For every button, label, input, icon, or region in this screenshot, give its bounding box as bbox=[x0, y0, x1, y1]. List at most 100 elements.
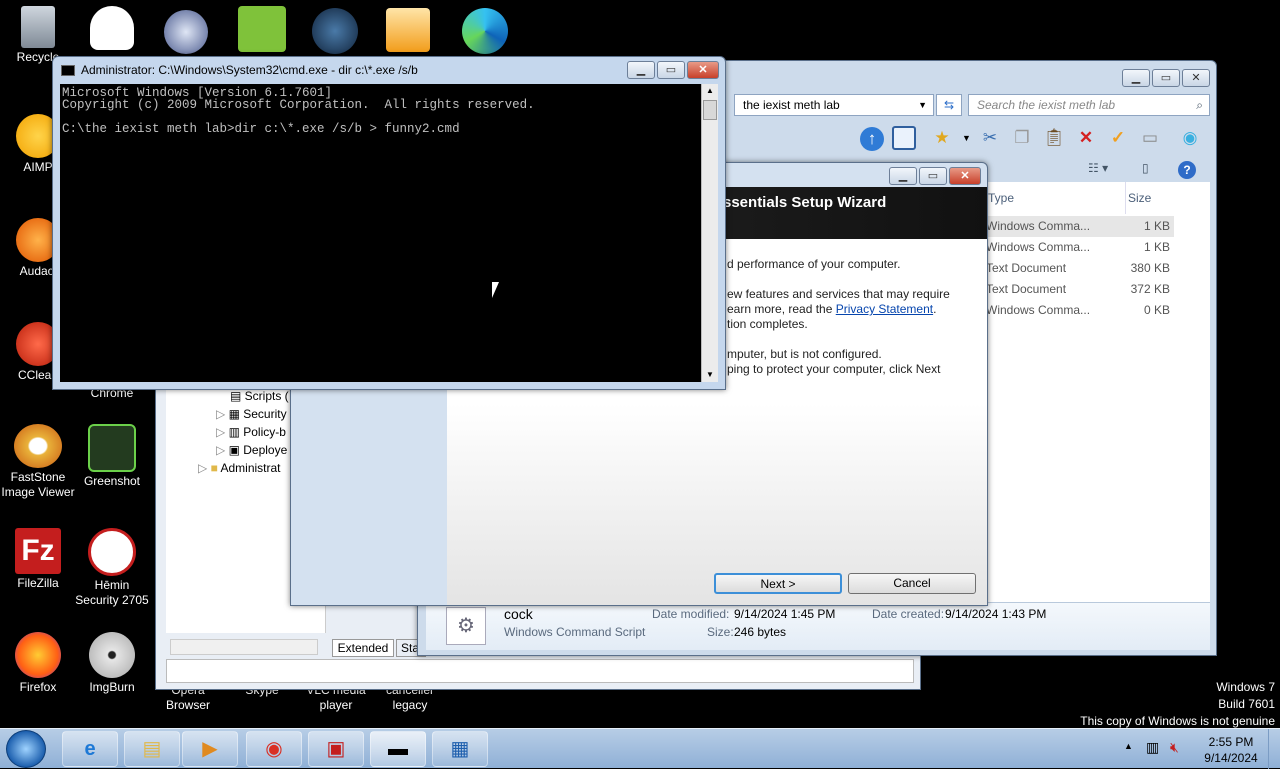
mmc-tree-item[interactable]: ▷ ▦ Security bbox=[216, 407, 287, 421]
wizard-text: earn more, read the bbox=[727, 302, 836, 316]
address-bar[interactable]: the iexist meth lab ▼ bbox=[734, 94, 934, 116]
mmc-hscrollbar[interactable] bbox=[170, 639, 318, 655]
cmd-icon bbox=[61, 65, 75, 76]
table-row[interactable]: Text Document 380 KB bbox=[986, 258, 1174, 279]
close-button[interactable]: ✕ bbox=[1182, 69, 1210, 87]
column-header-type[interactable]: Type bbox=[986, 182, 1126, 214]
folder-pane-icon[interactable] bbox=[892, 126, 916, 150]
column-header-size[interactable]: Size bbox=[1126, 182, 1210, 214]
minimize-button[interactable]: ▁ bbox=[1122, 69, 1150, 87]
file-type: Text Document bbox=[986, 282, 1067, 296]
hierarchy-icon[interactable]: ▦ bbox=[432, 731, 488, 767]
view-options-icon[interactable]: ☷ ▾ bbox=[1088, 161, 1108, 175]
explorer-caption-buttons: ▁ ▭ ✕ bbox=[1120, 69, 1210, 87]
next-button[interactable]: Next > bbox=[714, 573, 842, 594]
table-row[interactable]: Text Document 372 KB bbox=[986, 279, 1174, 300]
tree-item-label: Deploye bbox=[243, 443, 288, 457]
ie-icon[interactable]: e bbox=[62, 731, 118, 767]
volume-muted-icon[interactable]: 🔇︎ bbox=[1170, 739, 1179, 756]
delete-icon[interactable]: ✕ bbox=[1074, 126, 1098, 150]
toolbox-icon[interactable]: ▣ bbox=[308, 731, 364, 767]
refresh-icon[interactable]: ⇆ bbox=[936, 94, 962, 116]
show-desktop-button[interactable] bbox=[1268, 729, 1280, 769]
network-icon[interactable]: ◉ bbox=[1178, 126, 1202, 150]
privacy-statement-link[interactable]: Privacy Statement bbox=[836, 302, 933, 316]
file-size: 1 KB bbox=[1143, 240, 1170, 254]
tab-extended[interactable]: Extended bbox=[332, 639, 394, 657]
desktop-icon-hemin[interactable]: Hēmin Security 2705 bbox=[74, 528, 150, 608]
search-placeholder: Search the iexist meth lab bbox=[977, 98, 1116, 112]
rename-icon[interactable]: ▭ bbox=[1138, 126, 1162, 150]
desktop-icon-firefox[interactable]: Firefox bbox=[0, 632, 76, 695]
desktop-icon-filezilla[interactable]: Fz FileZilla bbox=[0, 528, 76, 591]
start-button[interactable] bbox=[6, 730, 46, 768]
console-line: C:\the iexist meth lab>dir c:\*.exe /s/b… bbox=[62, 122, 460, 136]
close-button[interactable]: ✕ bbox=[687, 61, 719, 79]
cmd-icon[interactable]: ▬ bbox=[370, 731, 426, 767]
wizard-paragraph-2b: earn more, read the Privacy Statement. bbox=[727, 302, 936, 317]
desktop-icon-label: Firefox bbox=[19, 680, 57, 694]
up-arrow-icon[interactable]: ↑ bbox=[860, 127, 884, 151]
cmd-caption-buttons: ▁ ▭ ✕ bbox=[625, 61, 719, 79]
network-tray-icon[interactable]: ▥ bbox=[1146, 739, 1159, 756]
table-row[interactable]: Windows Comma... 0 KB bbox=[986, 300, 1174, 321]
globe-app-icon[interactable] bbox=[164, 10, 208, 54]
maximize-button[interactable]: ▭ bbox=[919, 167, 947, 185]
mmc-tree-item[interactable]: ▷ ▣ Deploye bbox=[216, 443, 287, 457]
mmc-status-bar bbox=[166, 659, 914, 683]
imgburn-icon bbox=[89, 632, 135, 678]
desktop-icon-greenshot[interactable]: Greenshot bbox=[74, 424, 150, 489]
clock[interactable]: 2:55 PM 9/14/2024 bbox=[1196, 734, 1266, 766]
steam-app-icon[interactable] bbox=[312, 8, 358, 54]
desktop-icon-faststone[interactable]: FastStone Image Viewer bbox=[0, 424, 76, 500]
details-pane: ⚙ cock Windows Command Script Date modif… bbox=[426, 602, 1210, 650]
close-button[interactable]: ✕ bbox=[949, 167, 981, 185]
chevron-down-icon[interactable]: ▼ bbox=[962, 133, 971, 143]
edge-app-icon[interactable] bbox=[462, 8, 508, 54]
desktop-icon-label: FileZilla bbox=[17, 576, 59, 590]
copy-icon[interactable]: ❐ bbox=[1010, 126, 1034, 150]
scroll-up-icon[interactable]: ▲ bbox=[702, 84, 718, 98]
expand-arrow-icon: ▷ bbox=[216, 425, 229, 439]
wizard-paragraph-2c: tion completes. bbox=[727, 317, 808, 331]
media-player-icon[interactable]: ▶ bbox=[182, 731, 238, 767]
mmc-tree-item[interactable]: ▷ ■ Administrat bbox=[198, 461, 281, 475]
show-hidden-icons-icon[interactable]: ▲ bbox=[1124, 741, 1133, 751]
desktop-icon-label: Audaci bbox=[19, 264, 57, 278]
fox-app-icon[interactable] bbox=[90, 6, 134, 50]
preview-pane-icon[interactable]: ▯ bbox=[1142, 161, 1149, 175]
faststone-icon bbox=[14, 424, 62, 468]
check-icon[interactable]: ✓ bbox=[1106, 126, 1130, 150]
desktop-icon-imgburn[interactable]: ImgBurn bbox=[74, 632, 150, 695]
file-type: Windows Comma... bbox=[986, 240, 1091, 254]
mmc-tree-item[interactable]: ▤ Scripts ( bbox=[230, 389, 289, 403]
file-type: Text Document bbox=[986, 261, 1067, 275]
cmd-window[interactable]: Administrator: C:\Windows\System32\cmd.e… bbox=[52, 56, 726, 390]
winamp-app-icon[interactable] bbox=[386, 8, 430, 52]
cmd-title: Administrator: C:\Windows\System32\cmd.e… bbox=[81, 63, 418, 77]
paste-icon[interactable]: 📋︎ bbox=[1042, 126, 1066, 150]
minimize-button[interactable]: ▁ bbox=[889, 167, 917, 185]
minimize-button[interactable]: ▁ bbox=[627, 61, 655, 79]
maximize-button[interactable]: ▭ bbox=[657, 61, 685, 79]
mmc-tree-item[interactable]: ▷ ▥ Policy-b bbox=[216, 425, 286, 439]
chrome-icon[interactable]: ◉ bbox=[246, 731, 302, 767]
cancel-button[interactable]: Cancel bbox=[848, 573, 976, 594]
help-icon[interactable]: ? bbox=[1178, 161, 1196, 179]
favorites-icon[interactable]: ★ bbox=[930, 126, 954, 150]
cmd-scrollbar[interactable]: ▲ ▼ bbox=[701, 84, 718, 382]
search-icon: ⌕ bbox=[1196, 98, 1203, 112]
vuze-app-icon[interactable] bbox=[238, 6, 286, 52]
folder-icon: ■ bbox=[210, 461, 221, 475]
table-row[interactable]: Windows Comma... 1 KB bbox=[986, 216, 1174, 237]
wizard-paragraph-3b: ping to protect your computer, click Nex… bbox=[727, 362, 941, 376]
table-row[interactable]: Windows Comma... 1 KB bbox=[986, 237, 1174, 258]
explorer-icon[interactable]: ▤ bbox=[124, 731, 180, 767]
cmd-console[interactable]: Microsoft Windows [Version 6.1.7601] Copy… bbox=[60, 84, 701, 382]
cut-icon[interactable]: ✂ bbox=[978, 126, 1002, 150]
scroll-down-icon[interactable]: ▼ bbox=[702, 368, 718, 382]
scroll-thumb[interactable] bbox=[703, 100, 717, 120]
desktop-icon-label: AIMP bbox=[23, 160, 53, 174]
maximize-button[interactable]: ▭ bbox=[1152, 69, 1180, 87]
search-input[interactable]: Search the iexist meth lab ⌕ bbox=[968, 94, 1210, 116]
